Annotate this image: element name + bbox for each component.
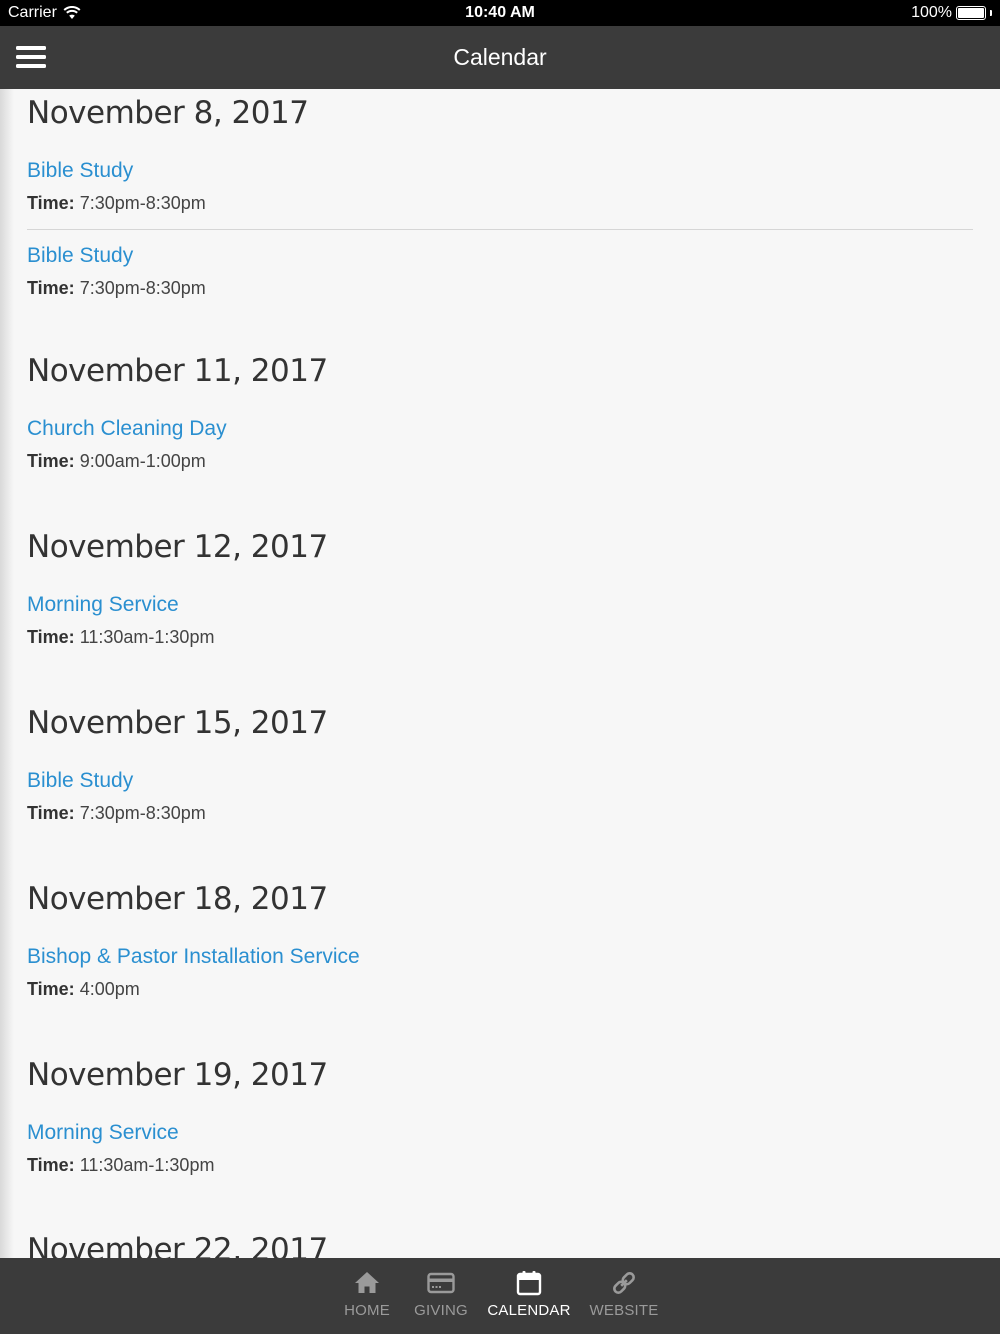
battery-indicator: 100%	[911, 4, 992, 22]
tab-label: GIVING	[414, 1302, 468, 1319]
calendar-day: November 19, 2017 Morning Service Time: …	[27, 1055, 973, 1177]
time-value: 7:30pm-8:30pm	[79, 803, 206, 823]
day-title: November 11, 2017	[27, 353, 328, 389]
event-item: Church Cleaning Day Time: 9:00am-1:00pm	[27, 415, 973, 473]
tab-website[interactable]: WEBSITE	[590, 1258, 658, 1334]
event-time: Time: 11:30am-1:30pm	[27, 1153, 973, 1177]
event-time: Time: 7:30pm-8:30pm	[27, 276, 973, 300]
event-item: Bishop & Pastor Installation Service Tim…	[27, 943, 973, 1001]
day-title: November 8, 2017	[27, 95, 309, 131]
calendar-day: November 11, 2017 Church Cleaning Day Ti…	[27, 351, 973, 473]
day-title: November 12, 2017	[27, 529, 328, 565]
calendar-day: November 22, 2017	[27, 1230, 973, 1258]
time-label: Time:	[27, 627, 75, 647]
day-title: November 18, 2017	[27, 881, 328, 917]
tab-home[interactable]: HOME	[340, 1258, 394, 1334]
calendar-day: November 18, 2017 Bishop & Pastor Instal…	[27, 879, 973, 1001]
event-link[interactable]: Church Cleaning Day	[27, 415, 973, 443]
time-label: Time:	[27, 803, 75, 823]
tab-bar: HOME GIVING CALENDAR WEBSITE	[0, 1258, 1000, 1334]
calendar-day: November 12, 2017 Morning Service Time: …	[27, 527, 973, 649]
time-label: Time:	[27, 193, 75, 213]
status-bar: Carrier 10:40 AM 100%	[0, 0, 1000, 26]
time-label: Time:	[27, 451, 75, 471]
calendar-day: November 8, 2017 Bible Study Time: 7:30p…	[27, 93, 973, 300]
credit-card-icon	[427, 1272, 455, 1294]
event-item: Bible Study Time: 7:30pm-8:30pm	[27, 157, 973, 215]
time-value: 7:30pm-8:30pm	[79, 278, 206, 298]
event-time: Time: 4:00pm	[27, 977, 973, 1001]
battery-icon	[956, 6, 986, 20]
tab-label: WEBSITE	[589, 1302, 659, 1319]
day-title: November 19, 2017	[27, 1057, 328, 1093]
tab-giving[interactable]: GIVING	[410, 1258, 472, 1334]
time-label: Time:	[27, 979, 75, 999]
battery-percent: 100%	[911, 4, 952, 21]
event-link[interactable]: Morning Service	[27, 1119, 973, 1147]
status-time: 10:40 AM	[465, 4, 535, 21]
tab-calendar[interactable]: CALENDAR	[487, 1258, 571, 1334]
event-time: Time: 11:30am-1:30pm	[27, 625, 973, 649]
time-value: 7:30pm-8:30pm	[79, 193, 206, 213]
event-link[interactable]: Bible Study	[27, 157, 973, 185]
calendar-list[interactable]: November 8, 2017 Bible Study Time: 7:30p…	[0, 89, 1000, 1258]
nav-bar: Calendar	[0, 26, 1000, 89]
time-value: 11:30am-1:30pm	[79, 627, 215, 647]
event-item: Bible Study Time: 7:30pm-8:30pm	[27, 242, 973, 300]
time-label: Time:	[27, 278, 75, 298]
calendar-icon	[516, 1271, 542, 1296]
event-link[interactable]: Bible Study	[27, 242, 973, 270]
tab-label: HOME	[344, 1302, 390, 1319]
event-link[interactable]: Bishop & Pastor Installation Service	[27, 943, 973, 971]
day-title: November 15, 2017	[27, 705, 328, 741]
time-label: Time:	[27, 1155, 75, 1175]
time-value: 11:30am-1:30pm	[79, 1155, 215, 1175]
event-link[interactable]: Bible Study	[27, 767, 973, 795]
page-title: Calendar	[453, 44, 547, 70]
link-icon	[613, 1272, 635, 1294]
event-time: Time: 9:00am-1:00pm	[27, 449, 973, 473]
event-item: Bible Study Time: 7:30pm-8:30pm	[27, 767, 973, 825]
tab-label: CALENDAR	[487, 1302, 571, 1319]
event-item: Morning Service Time: 11:30am-1:30pm	[27, 1119, 973, 1177]
calendar-day: November 15, 2017 Bible Study Time: 7:30…	[27, 703, 973, 825]
time-value: 9:00am-1:00pm	[79, 451, 206, 471]
event-time: Time: 7:30pm-8:30pm	[27, 801, 973, 825]
home-icon	[355, 1272, 379, 1293]
event-time: Time: 7:30pm-8:30pm	[27, 191, 973, 215]
event-link[interactable]: Morning Service	[27, 591, 973, 619]
event-divider	[27, 229, 973, 230]
day-title: November 22, 2017	[27, 1232, 328, 1258]
time-value: 4:00pm	[79, 979, 140, 999]
event-item: Morning Service Time: 11:30am-1:30pm	[27, 591, 973, 649]
